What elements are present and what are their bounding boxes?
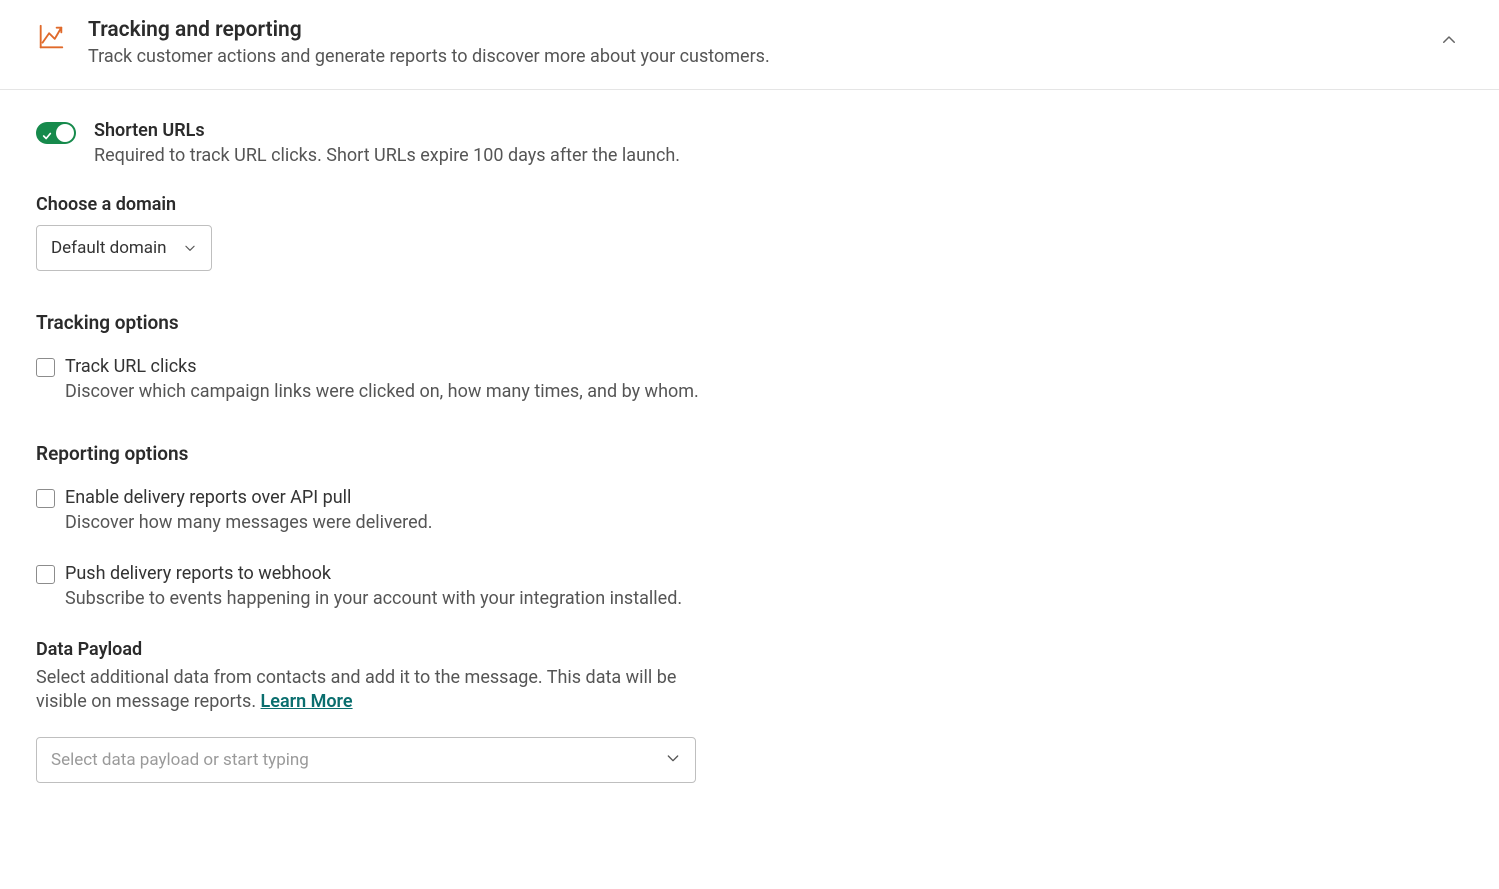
section-title: Tracking and reporting [88,18,1435,42]
reporting-options-heading: Reporting options [36,442,1463,465]
api-pull-text: Enable delivery reports over API pull Di… [65,487,433,533]
webhook-title: Push delivery reports to webhook [65,563,682,584]
api-pull-row: Enable delivery reports over API pull Di… [36,487,1463,533]
section-titles: Tracking and reporting Track customer ac… [88,18,1435,67]
choose-domain-label: Choose a domain [36,194,1463,215]
webhook-desc: Subscribe to events happening in your ac… [65,588,682,609]
data-payload-label: Data Payload [36,639,1463,660]
track-url-clicks-title: Track URL clicks [65,356,699,377]
webhook-text: Push delivery reports to webhook Subscri… [65,563,682,609]
chevron-down-icon [665,750,681,770]
shorten-urls-text: Shorten URLs Required to track URL click… [94,120,680,166]
api-pull-desc: Discover how many messages were delivere… [65,512,433,533]
webhook-row: Push delivery reports to webhook Subscri… [36,563,1463,609]
section-body: Shorten URLs Required to track URL click… [0,90,1499,823]
api-pull-title: Enable delivery reports over API pull [65,487,433,508]
track-url-clicks-checkbox[interactable] [36,358,55,377]
webhook-checkbox[interactable] [36,565,55,584]
shorten-urls-row: Shorten URLs Required to track URL click… [36,120,1463,166]
data-payload-desc-text: Select additional data from contacts and… [36,667,676,712]
choose-domain-select[interactable]: Default domain [36,225,212,271]
choose-domain-value: Default domain [51,238,167,258]
collapse-chevron-icon[interactable] [1435,26,1463,54]
data-payload-desc: Select additional data from contacts and… [36,666,696,715]
tracking-options-heading: Tracking options [36,311,1463,334]
track-url-clicks-text: Track URL clicks Discover which campaign… [65,356,699,402]
chevron-down-icon [183,241,197,255]
shorten-urls-toggle[interactable] [36,122,76,144]
section-header: Tracking and reporting Track customer ac… [0,0,1499,90]
api-pull-checkbox[interactable] [36,489,55,508]
track-url-clicks-row: Track URL clicks Discover which campaign… [36,356,1463,402]
track-url-clicks-desc: Discover which campaign links were click… [65,381,699,402]
shorten-urls-title: Shorten URLs [94,120,680,141]
tracking-chart-icon [36,22,66,52]
toggle-check-icon [42,126,52,136]
learn-more-link[interactable]: Learn More [261,691,353,712]
section-subtitle: Track customer actions and generate repo… [88,46,1435,67]
data-payload-placeholder: Select data payload or start typing [51,750,309,770]
data-payload-combobox[interactable]: Select data payload or start typing [36,737,696,783]
toggle-knob [56,124,74,142]
shorten-urls-desc: Required to track URL clicks. Short URLs… [94,145,680,166]
